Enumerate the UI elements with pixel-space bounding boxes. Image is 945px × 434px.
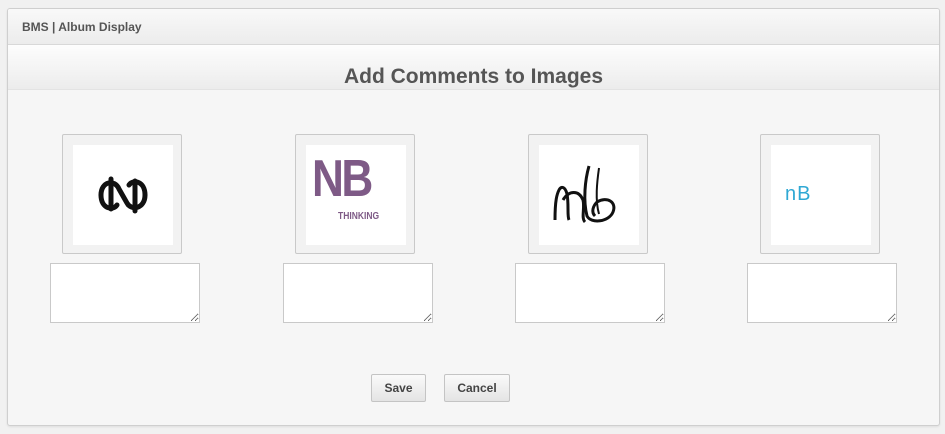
image-frame: NB THINKING bbox=[306, 145, 406, 245]
cancel-button[interactable]: Cancel bbox=[444, 374, 510, 402]
heading-band: Add Comments to Images bbox=[8, 45, 939, 90]
comment-textarea-4[interactable] bbox=[747, 263, 897, 323]
image-thumbnail-4[interactable]: nB bbox=[760, 134, 880, 254]
logo-text-main: NB bbox=[312, 150, 373, 208]
image-frame bbox=[73, 145, 173, 245]
image-thumbnail-3[interactable] bbox=[528, 134, 648, 254]
image-thumbnail-2[interactable]: NB THINKING bbox=[295, 134, 415, 254]
nd-interlocked-logo bbox=[98, 176, 148, 214]
comment-textarea-2[interactable] bbox=[283, 263, 433, 323]
image-frame: nB bbox=[771, 145, 871, 245]
save-button[interactable]: Save bbox=[371, 374, 426, 402]
logo-text-sub: THINKING bbox=[338, 211, 380, 222]
image-thumbnail-1[interactable] bbox=[62, 134, 182, 254]
window-titlebar: BMS | Album Display bbox=[8, 9, 939, 45]
logo-text-main: nB bbox=[785, 183, 812, 205]
nb-script-logo bbox=[553, 165, 616, 224]
image-frame bbox=[539, 145, 639, 245]
comment-textarea-3[interactable] bbox=[515, 263, 665, 323]
window-title: BMS | Album Display bbox=[22, 19, 142, 34]
comment-textarea-1[interactable] bbox=[50, 263, 200, 323]
page-title: Add Comments to Images bbox=[343, 65, 604, 88]
